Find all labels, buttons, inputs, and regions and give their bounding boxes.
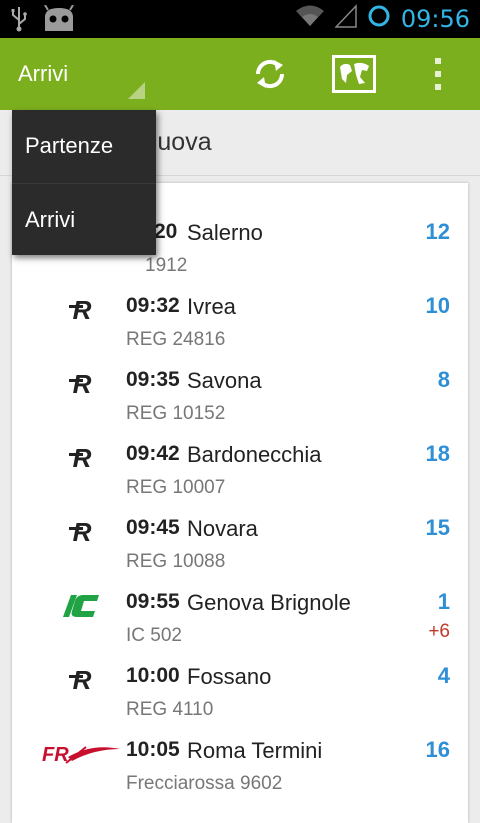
platform-number: 10 [425,293,450,318]
spinner-label: Arrivi [18,61,69,86]
regionale-logo-icon: R [42,495,122,569]
wifi-icon [295,4,325,33]
train-time: 20 [154,220,178,243]
table-row[interactable]: FR 10:05 Roma Termini Frecciarossa 9602 … [12,717,468,794]
train-destination: Fossano [187,664,272,689]
svg-text:FR: FR [42,744,69,766]
svg-text:R: R [73,667,92,693]
regionale-logo-icon: R [42,421,122,495]
train-time: 09:42 [126,442,180,465]
svg-text:R: R [73,445,92,471]
spinner-dropdown: Partenze Arrivi [12,110,156,255]
platform-number: 12 [425,219,450,244]
navigation-spinner[interactable]: Arrivi [18,38,148,110]
platform-number: 15 [425,515,450,540]
platform-number: 8 [437,367,450,392]
table-row[interactable]: R 09:42 Bardonecchia REG 10007 18 [12,421,468,498]
regionale-logo-icon: R [42,273,122,347]
status-bar: 09:56 [0,0,480,38]
train-destination: Roma Termini [187,738,323,763]
table-row[interactable]: R 09:35 Savona REG 10152 8 [12,347,468,424]
status-clock: 09:56 [400,4,470,33]
spinner-arrow-icon [128,82,145,99]
train-time: 09:55 [126,590,180,613]
intercity-logo-icon [42,569,122,643]
train-destination: Savona [187,368,262,393]
table-row[interactable]: R 10:00 Fossano REG 4110 4 [12,643,468,720]
train-time: 09:32 [126,294,180,317]
platform-number: 1 [437,589,450,614]
platform-number: 16 [425,737,450,762]
train-list: 20 Salerno 1912 12 R 09:32 Ivrea REG 248… [12,183,468,823]
dropdown-item-partenze[interactable]: Partenze [12,110,156,182]
train-destination: Bardonecchia [187,442,322,467]
train-destination: Salerno [187,220,263,245]
svg-text:R: R [73,371,92,397]
table-row[interactable]: 09:55 Genova Brignole IC 502 1 +6 [12,569,468,646]
sync-icon [367,4,391,33]
train-time: 10:00 [126,664,180,687]
platform-number: 4 [437,663,450,688]
overflow-menu-button[interactable] [416,52,460,96]
dropdown-item-arrivi[interactable]: Arrivi [12,183,156,255]
signal-icon [334,4,357,33]
train-time: 10:05 [126,738,180,761]
train-destination: Novara [187,516,258,541]
train-time: 09:45 [126,516,180,539]
overflow-menu-icon [435,58,441,90]
usb-icon [10,6,28,37]
refresh-icon [255,59,285,89]
regionale-logo-icon: R [42,643,122,717]
action-bar: Arrivi [0,38,480,110]
svg-text:R: R [73,297,92,323]
refresh-button[interactable] [248,52,292,96]
delay-badge: +6 [428,621,450,642]
platform-number: 18 [425,441,450,466]
android-icon [42,4,76,38]
regionale-logo-icon: R [42,347,122,421]
frecciarossa-logo-icon: FR [42,717,122,791]
svg-text:R: R [73,519,92,545]
table-row[interactable]: R 09:32 Ivrea REG 24816 10 [12,273,468,350]
train-destination: Ivrea [187,294,236,319]
train-number: Frecciarossa 9602 [126,773,283,794]
train-destination: Genova Brignole [187,590,351,615]
map-icon [332,55,376,93]
table-row[interactable]: R 09:45 Novara REG 10088 15 [12,495,468,572]
train-time: 09:35 [126,368,180,391]
map-button[interactable] [332,52,376,96]
